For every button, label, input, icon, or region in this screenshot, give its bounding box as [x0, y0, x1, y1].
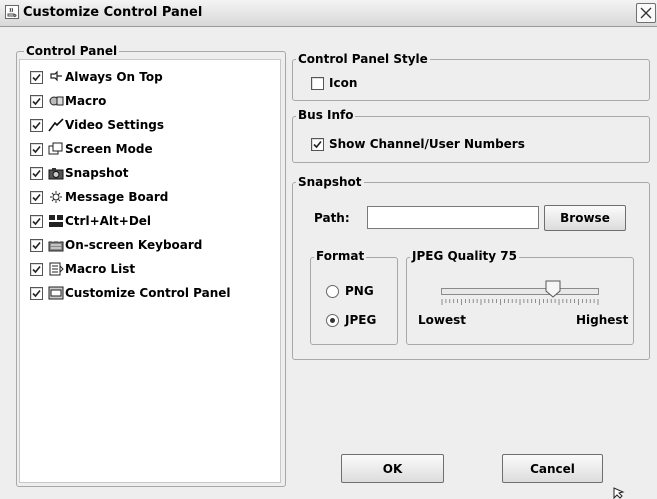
- checkmark-icon: [32, 97, 41, 105]
- item-label: Screen Mode: [65, 142, 153, 156]
- format-jpeg-radio-row[interactable]: JPEG: [326, 313, 376, 327]
- video-settings-icon: [48, 118, 64, 132]
- control-panel-item[interactable]: On-screen Keyboard: [30, 235, 202, 255]
- control-panel-item[interactable]: Screen Mode: [30, 139, 153, 159]
- checkmark-icon: [32, 241, 41, 249]
- show-numbers-label: Show Channel/User Numbers: [329, 137, 525, 151]
- item-checkbox[interactable]: [30, 262, 43, 276]
- radio-selected-dot: [330, 317, 335, 323]
- item-label: Message Board: [65, 190, 169, 204]
- icon-style-label: Icon: [329, 76, 358, 90]
- path-label: Path:: [314, 211, 350, 225]
- control-panel-group-label: Control Panel: [24, 44, 120, 58]
- control-panel-item[interactable]: Macro List: [30, 259, 135, 279]
- ok-button[interactable]: OK: [341, 454, 444, 483]
- item-label: Always On Top: [65, 70, 163, 84]
- format-png-radio-row[interactable]: PNG: [326, 284, 374, 298]
- close-icon: [640, 7, 652, 19]
- control-panel-item[interactable]: Video Settings: [30, 115, 164, 135]
- format-png-radio[interactable]: [326, 284, 339, 298]
- checkmark-icon: [32, 193, 41, 201]
- item-label: Macro List: [65, 262, 136, 276]
- slider-max-label: Highest: [576, 313, 629, 327]
- java-cup-icon: [5, 5, 19, 19]
- checkmark-icon: [32, 145, 41, 153]
- control-panel-item[interactable]: Message Board: [30, 187, 168, 207]
- checkmark-icon: [32, 289, 41, 297]
- camera-icon: [48, 166, 64, 180]
- icon-style-checkbox[interactable]: [311, 76, 324, 90]
- macro-list-icon: [48, 262, 64, 276]
- item-checkbox[interactable]: [30, 142, 43, 156]
- control-panel-style-group-label: Control Panel Style: [296, 52, 430, 66]
- item-checkbox[interactable]: [30, 286, 43, 300]
- bus-info-group-label: Bus Info: [296, 108, 356, 122]
- item-label: Macro: [65, 94, 107, 108]
- control-panel-item[interactable]: Ctrl+Alt+Del: [30, 211, 151, 231]
- customize-icon: [48, 286, 64, 300]
- message-board-icon: [48, 190, 64, 204]
- icon-style-checkbox-row[interactable]: Icon: [311, 76, 357, 90]
- macro-icon: [48, 94, 64, 108]
- format-png-label: PNG: [345, 284, 374, 298]
- cancel-button[interactable]: Cancel: [502, 454, 603, 483]
- jpeg-quality-slider-thumb[interactable]: [545, 280, 561, 298]
- screen-mode-icon: [48, 142, 64, 156]
- checkmark-icon: [32, 217, 41, 225]
- item-checkbox[interactable]: [30, 190, 43, 204]
- format-group: [310, 257, 398, 345]
- show-numbers-checkbox[interactable]: [311, 137, 324, 151]
- jpeg-quality-group-label: JPEG Quality 75: [410, 249, 519, 263]
- item-checkbox[interactable]: [30, 238, 43, 252]
- customize-control-panel-dialog: Customize Control Panel Control Panel Al…: [0, 0, 657, 499]
- ctrl-alt-del-icon: [48, 214, 64, 228]
- slider-tick-marks: [441, 299, 599, 305]
- snapshot-group-label: Snapshot: [296, 175, 364, 189]
- checkmark-icon: [32, 73, 41, 81]
- keyboard-icon: [48, 238, 64, 252]
- checkmark-icon: [32, 121, 41, 129]
- item-label: Customize Control Panel: [65, 286, 231, 300]
- pin-icon: [48, 70, 64, 84]
- format-jpeg-radio[interactable]: [326, 313, 339, 327]
- item-checkbox[interactable]: [30, 94, 43, 108]
- window-title: Customize Control Panel: [23, 5, 203, 20]
- checkmark-icon: [313, 140, 322, 148]
- jpeg-quality-slider-track[interactable]: [441, 288, 599, 295]
- format-jpeg-label: JPEG: [345, 313, 377, 327]
- path-input[interactable]: [367, 206, 539, 229]
- item-label: Ctrl+Alt+Del: [65, 214, 152, 228]
- checkmark-icon: [32, 265, 41, 273]
- mouse-cursor-icon: [613, 487, 625, 499]
- checkmark-icon: [32, 169, 41, 177]
- item-checkbox[interactable]: [30, 214, 43, 228]
- control-panel-item[interactable]: Macro: [30, 91, 106, 111]
- item-label: On-screen Keyboard: [65, 238, 203, 252]
- item-checkbox[interactable]: [30, 166, 43, 180]
- title-bar[interactable]: Customize Control Panel: [0, 0, 657, 27]
- control-panel-items-list: Always On Top Macro Video Settings Screen M…: [19, 59, 281, 483]
- browse-button[interactable]: Browse: [544, 205, 626, 231]
- control-panel-item[interactable]: Snapshot: [30, 163, 129, 183]
- format-group-label: Format: [314, 249, 367, 263]
- control-panel-item[interactable]: Customize Control Panel: [30, 283, 231, 303]
- item-label: Snapshot: [65, 166, 129, 180]
- control-panel-item[interactable]: Always On Top: [30, 67, 163, 87]
- close-button[interactable]: [636, 3, 656, 23]
- slider-min-label: Lowest: [418, 313, 466, 327]
- show-numbers-checkbox-row[interactable]: Show Channel/User Numbers: [311, 137, 525, 151]
- item-checkbox[interactable]: [30, 118, 43, 132]
- item-checkbox[interactable]: [30, 70, 43, 84]
- item-label: Video Settings: [65, 118, 164, 132]
